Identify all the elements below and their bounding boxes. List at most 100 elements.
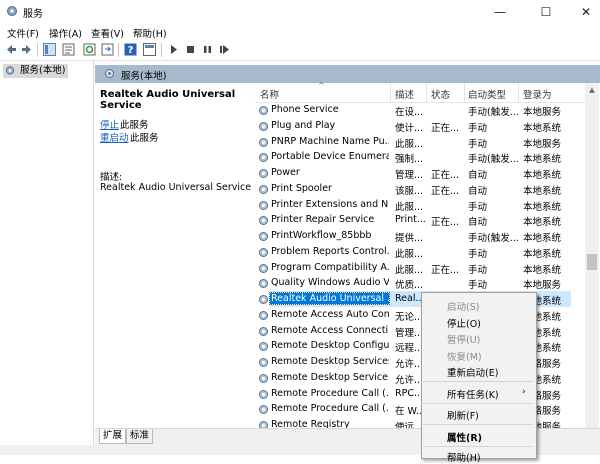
gear-icon <box>259 310 268 320</box>
menu-item-stop[interactable]: 停止(O) <box>447 316 481 330</box>
tab-extended[interactable]: 扩展 <box>99 429 127 444</box>
stop-service-suffix: 此服务 <box>120 120 149 131</box>
cell-name: Program Compatibility A... <box>271 261 389 273</box>
table-row[interactable]: PrintWorkflow_85bbb 提供... 手动(触发... 本地系统 <box>255 228 585 244</box>
description-text: Realtek Audio Universal Service <box>100 182 252 193</box>
pane-header <box>95 65 600 83</box>
cell-desc: Print... <box>395 214 426 226</box>
pause-icon[interactable] <box>201 43 214 56</box>
menu-view[interactable]: 查看(V) <box>91 26 124 40</box>
cell-status: 正在... <box>431 170 460 181</box>
cell-logon: 本地系统 <box>523 185 562 197</box>
menu-item-refresh[interactable]: 刷新(F) <box>447 408 479 422</box>
gear-icon <box>259 169 268 178</box>
cell-desc: 强制... <box>395 154 424 166</box>
gear-icon <box>259 106 268 115</box>
menu-item-properties[interactable]: 属性(R) <box>447 430 482 444</box>
cell-name: Portable Device Enumera... <box>271 151 389 163</box>
cell-name: Remote Desktop Service... <box>271 371 389 383</box>
menu-item-pause[interactable]: 暂停(U) <box>447 332 480 346</box>
stop-service-link[interactable]: 停止 <box>100 117 119 131</box>
cell-startup: 手动 <box>468 138 488 150</box>
column-divider <box>464 83 465 102</box>
table-row[interactable]: Plug and Play 使计... 正在... 手动 本地系统 <box>255 118 585 134</box>
pane-header-title: 服务(本地) <box>121 71 167 82</box>
scroll-up-icon[interactable]: ▲ <box>585 83 599 97</box>
gear-icon <box>259 137 268 147</box>
table-row[interactable]: PNRP Machine Name Pu... 此服... 手动 本地服务 <box>255 134 585 150</box>
table-row[interactable]: Phone Service 在设... 手动(触发... 本地服务 <box>255 102 585 118</box>
column-header-status[interactable]: 状态 <box>431 87 450 101</box>
menu-separator <box>423 424 533 425</box>
column-header-description[interactable]: 描述 <box>395 87 414 101</box>
cell-desc: 优质... <box>395 280 424 292</box>
table-row[interactable]: Power 管理... 正在... 自动 本地系统 <box>255 165 585 181</box>
column-header-startup-type[interactable]: 启动类型 <box>468 87 506 101</box>
show-hide-icon[interactable] <box>143 43 156 56</box>
menu-file[interactable]: 文件(F) <box>7 26 39 40</box>
help-icon[interactable]: ? <box>124 43 137 56</box>
table-row[interactable]: Printer Extensions and N... 此服... 手动 本地系统 <box>255 197 585 213</box>
table-row[interactable]: Quality Windows Audio V... 优质... 手动 本地服务 <box>255 275 585 291</box>
scrollbar-thumb[interactable] <box>587 254 597 270</box>
cell-name: Remote Desktop Configu... <box>271 340 389 352</box>
cell-logon: 本地系统 <box>523 170 562 181</box>
cell-name: Realtek Audio Universal ... <box>269 292 390 305</box>
minimize-button[interactable]: — <box>480 0 520 24</box>
tab-standard[interactable]: 标准 <box>126 429 154 444</box>
cell-status: 正在... <box>431 217 460 229</box>
menu-item-resume[interactable]: 恢复(M) <box>447 349 482 363</box>
cell-status: 正在... <box>431 264 460 276</box>
forward-icon[interactable] <box>20 43 33 56</box>
gear-icon <box>259 121 268 131</box>
start-icon[interactable] <box>167 43 180 56</box>
column-header-logon-as[interactable]: 登录为 <box>523 87 552 101</box>
menu-help[interactable]: 帮助(H) <box>133 26 167 40</box>
menu-bar <box>0 24 600 40</box>
menu-item-start[interactable]: 启动(S) <box>447 299 479 313</box>
restart-service-link[interactable]: 重启动 <box>100 130 129 144</box>
console-tree-icon[interactable] <box>43 43 56 56</box>
table-row[interactable]: Portable Device Enumera... 强制... 手动(触发... 本… <box>255 149 585 165</box>
services-app-icon <box>7 6 17 16</box>
menu-item-all-tasks[interactable]: 所有任务(K) <box>447 387 499 401</box>
table-row[interactable]: Print Spooler 该服... 正在... 自动 本地系统 <box>255 181 585 197</box>
properties-icon[interactable] <box>62 43 75 56</box>
cell-startup: 自动 <box>468 170 488 181</box>
maximize-button[interactable]: ☐ <box>526 0 566 24</box>
cell-desc: 此服... <box>395 248 424 260</box>
menu-item-help[interactable]: 帮助(H) <box>447 450 481 464</box>
table-row[interactable]: Problem Reports Control... 此服... 手动 本地系统 <box>255 244 585 260</box>
export-icon[interactable] <box>101 43 114 56</box>
table-row[interactable]: Program Compatibility A... 此服... 正在... 手动 本地… <box>255 260 585 276</box>
gear-icon <box>259 216 268 226</box>
cell-name: Remote Access Auto Con... <box>271 308 389 320</box>
menu-action[interactable]: 操作(A) <box>49 26 82 40</box>
cell-logon: 本地系统 <box>523 217 562 229</box>
cell-name: Print Spooler <box>271 182 332 194</box>
table-row[interactable]: Printer Repair Service Print... 正在... 自动 本地系… <box>255 212 585 228</box>
cell-startup: 手动 <box>468 201 488 213</box>
restart-icon[interactable] <box>218 43 231 56</box>
cell-startup: 自动 <box>468 185 488 197</box>
gear-icon <box>259 153 268 163</box>
cell-status: 正在... <box>431 122 460 134</box>
gear-icon <box>259 247 268 257</box>
gear-icon <box>259 373 268 383</box>
column-header-name[interactable]: 名称 <box>260 87 279 101</box>
menu-item-restart[interactable]: 重新启动(E) <box>447 365 498 379</box>
cell-logon: 本地系统 <box>523 248 562 260</box>
close-button[interactable]: ✕ <box>566 0 600 24</box>
cell-desc: 管理... <box>395 170 424 181</box>
menu-separator <box>423 446 533 447</box>
cell-name: Problem Reports Control... <box>271 245 389 257</box>
back-icon[interactable] <box>5 43 18 56</box>
cell-name: Remote Procedure Call (... <box>271 387 389 399</box>
svg-text:?: ? <box>128 45 134 56</box>
gear-icon <box>259 342 268 352</box>
gear-icon <box>259 232 268 241</box>
cell-startup: 手动 <box>468 280 488 292</box>
stop-icon[interactable] <box>184 43 197 56</box>
gear-icon <box>259 200 268 210</box>
refresh-icon[interactable] <box>83 43 96 56</box>
